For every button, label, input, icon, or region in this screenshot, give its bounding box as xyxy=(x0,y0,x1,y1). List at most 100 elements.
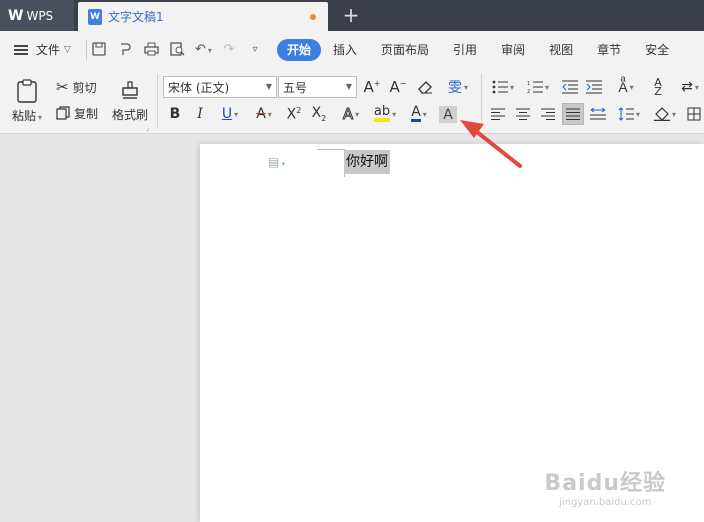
chevron-down-icon: ▾ xyxy=(509,82,514,92)
bullets-button[interactable]: ▾ xyxy=(489,77,517,97)
ribbon-tabs: 开始 插入 页面布局 引用 审阅 视图 章节 安全 xyxy=(277,38,681,61)
tab-view[interactable]: 视图 xyxy=(537,39,585,61)
subscript-icon: X2 xyxy=(311,105,327,123)
chevron-down-icon: ▾ xyxy=(544,82,549,92)
new-tab-button[interactable]: + xyxy=(340,3,362,27)
shading-fill-button[interactable]: ▾ xyxy=(650,104,680,124)
line-break-button[interactable]: ⇄ ▾ xyxy=(676,77,704,97)
text-effects-button[interactable]: A ▾ xyxy=(337,104,365,124)
font-family-select[interactable]: 宋体 (正文) ▼ xyxy=(163,76,277,98)
font-size-select[interactable]: 五号 ▼ xyxy=(278,76,357,98)
subscript-button[interactable]: X2 xyxy=(309,104,329,124)
print-preview-icon[interactable] xyxy=(169,41,185,58)
increase-indent-button[interactable] xyxy=(585,77,603,97)
svg-text:2: 2 xyxy=(527,89,530,94)
shrink-font-button[interactable]: A− xyxy=(388,77,408,97)
sort-button[interactable]: AZ xyxy=(649,77,667,97)
chevron-down-icon: ▾ xyxy=(635,109,640,119)
numbering-button[interactable]: 12 ▾ xyxy=(524,77,552,97)
chevron-down-icon: ▾ xyxy=(267,109,272,119)
chevron-down-icon: ▾ xyxy=(629,82,634,92)
underline-button[interactable]: U ▾ xyxy=(216,104,244,124)
align-left-button[interactable] xyxy=(489,104,507,124)
undo-icon[interactable]: ↶ ▾ xyxy=(195,42,212,58)
change-case-button[interactable]: Aͣ ▾ xyxy=(611,77,641,97)
line-spacing-icon xyxy=(618,107,634,121)
customize-toolbar-icon[interactable]: ▿ xyxy=(247,42,263,58)
align-center-button[interactable] xyxy=(514,104,532,124)
italic-icon: I xyxy=(197,106,203,122)
app-name: WPS xyxy=(26,8,54,23)
print-icon[interactable] xyxy=(143,42,159,58)
menu-bar: 文件 ▽ ↶ ▾ ↷ ▿ 开始 插入 页面布局 引用 审阅 视图 章节 安全 xyxy=(0,31,704,68)
wps-logo-icon: W xyxy=(8,7,23,24)
justify-button[interactable] xyxy=(562,103,584,125)
export-pdf-icon[interactable] xyxy=(117,42,133,58)
clear-formatting-button[interactable] xyxy=(415,77,435,97)
watermark-main: Baidu经验 xyxy=(544,471,666,496)
copy-button[interactable]: 复制 xyxy=(56,104,106,122)
line-spacing-button[interactable]: ▾ xyxy=(614,104,644,124)
cut-button[interactable]: ✂ 剪切 xyxy=(56,78,106,96)
font-color-button[interactable]: A ▾ xyxy=(405,104,433,124)
format-painter-button[interactable]: 格式刷 xyxy=(108,74,152,128)
highlight-button[interactable]: ab ▾ xyxy=(370,104,400,124)
tab-security[interactable]: 安全 xyxy=(633,39,681,61)
phonetic-guide-icon: 雯 xyxy=(447,80,462,96)
chevron-down-icon: ▾ xyxy=(463,82,468,92)
chevron-down-icon: ▾ xyxy=(422,109,427,119)
tab-insert[interactable]: 插入 xyxy=(321,39,369,61)
paintbrush-icon xyxy=(122,80,138,99)
cut-label: 剪切 xyxy=(72,80,97,95)
strikethrough-button[interactable]: A ▾ xyxy=(250,104,278,124)
save-icon[interactable] xyxy=(91,41,107,58)
char-shading-button[interactable]: A xyxy=(438,105,458,124)
document-tab-title: 文字文稿1 xyxy=(108,10,164,24)
underline-icon: U xyxy=(221,106,233,122)
grow-font-button[interactable]: A+ xyxy=(362,77,382,97)
superscript-button[interactable]: X2 xyxy=(284,104,304,124)
copy-icon xyxy=(56,106,70,120)
phonetic-guide-button[interactable]: 雯 ▾ xyxy=(443,77,473,97)
distribute-button[interactable] xyxy=(589,104,607,124)
bold-button[interactable]: B xyxy=(166,104,184,124)
tab-home[interactable]: 开始 xyxy=(277,38,322,61)
tab-sections[interactable]: 章节 xyxy=(585,39,633,61)
show-marks-icon: ⇄ xyxy=(681,79,693,95)
wps-home-tab[interactable]: W WPS xyxy=(0,0,74,31)
clipboard-icon xyxy=(17,78,37,103)
font-size-value: 五号 xyxy=(283,80,308,95)
chevron-down-icon: ▾ xyxy=(355,109,360,119)
tab-page-layout[interactable]: 页面布局 xyxy=(369,39,441,61)
chevron-down-icon: ▽ xyxy=(64,44,71,55)
scissors-icon: ✂ xyxy=(56,78,69,96)
redo-icon[interactable]: ↷ xyxy=(221,42,237,58)
divider xyxy=(157,74,158,128)
writer-document-icon: W xyxy=(88,8,102,25)
tab-references[interactable]: 引用 xyxy=(441,39,489,61)
title-bar: W WPS W 文字文稿1 + xyxy=(0,0,704,31)
paste-button[interactable]: 粘贴 ▾ xyxy=(8,74,46,128)
highlighter-icon: ab xyxy=(373,105,391,122)
italic-button[interactable]: I xyxy=(191,104,209,124)
change-case-icon: Aͣ xyxy=(618,79,628,96)
selected-text[interactable]: 你好啊 xyxy=(344,150,390,174)
borders-button[interactable] xyxy=(684,104,704,124)
align-right-icon xyxy=(541,108,555,120)
chevron-down-icon: ▾ xyxy=(694,82,699,92)
char-shading-icon: A xyxy=(439,106,457,123)
paste-label: 粘贴 xyxy=(11,108,36,123)
tab-review[interactable]: 审阅 xyxy=(489,39,537,61)
document-tab[interactable]: W 文字文稿1 xyxy=(78,2,328,31)
clipboard-dialog-launcher-icon[interactable]: ⌟ xyxy=(146,124,149,132)
paragraph-menu-icon[interactable]: ▤ ▾ xyxy=(268,155,285,169)
chevron-down-icon: ▼ xyxy=(345,82,352,91)
align-right-button[interactable] xyxy=(539,104,557,124)
superscript-icon: X2 xyxy=(286,105,302,123)
file-menu[interactable]: 文件 ▽ xyxy=(0,41,86,58)
decrease-indent-button[interactable] xyxy=(561,77,579,97)
copy-label: 复制 xyxy=(74,106,99,121)
font-color-icon: A xyxy=(411,104,421,122)
chevron-down-icon: ▾ xyxy=(392,109,397,119)
sort-icon: AZ xyxy=(654,76,662,98)
